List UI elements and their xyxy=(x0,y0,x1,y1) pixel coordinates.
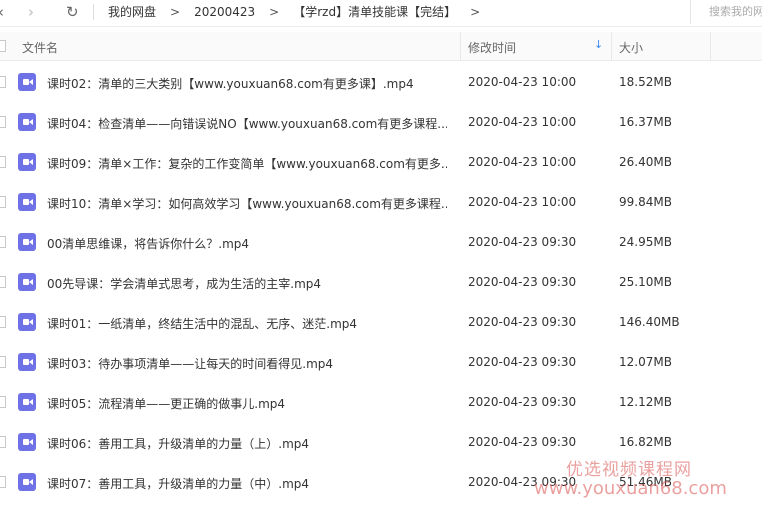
breadcrumb-item[interactable]: 我的网盘 xyxy=(108,4,156,20)
video-file-icon xyxy=(18,233,36,251)
file-modified-time: 2020-04-23 09:30 xyxy=(468,395,577,409)
breadcrumb-item[interactable]: 20200423 xyxy=(194,4,255,20)
video-file-icon xyxy=(18,153,36,171)
file-name[interactable]: 课时04：检查清单——向错误说NO【www.youxuan68.com有更多课程… xyxy=(47,115,447,132)
file-size: 12.12MB xyxy=(619,395,672,409)
video-file-icon xyxy=(18,433,36,451)
file-modified-time: 2020-04-23 09:30 xyxy=(468,435,577,449)
file-row[interactable]: 课时03：待办事项清单——让每天的时间看得见.mp4 2020-04-23 09… xyxy=(0,342,762,382)
breadcrumb-separator: > xyxy=(470,5,481,19)
file-modified-time: 2020-04-23 09:30 xyxy=(468,275,577,289)
file-size: 26.40MB xyxy=(619,155,672,169)
file-name[interactable]: 课时10：清单×学习：如何高效学习【www.youxuan68.com有更多课程… xyxy=(47,195,447,212)
column-divider[interactable] xyxy=(460,32,461,60)
breadcrumb-item[interactable]: 【学rzd】清单技能课【完结】 xyxy=(293,4,456,20)
column-header-time[interactable]: 修改时间 xyxy=(468,39,516,56)
video-file-icon xyxy=(18,193,36,211)
file-size: 12.07MB xyxy=(619,355,672,369)
column-divider[interactable] xyxy=(611,32,612,60)
file-row[interactable]: 课时02：清单的三大类别【www.youxuan68.com有更多课】.mp4 … xyxy=(0,62,762,102)
row-checkbox[interactable] xyxy=(0,356,6,368)
row-checkbox[interactable] xyxy=(0,436,6,448)
file-name[interactable]: 课时01：一纸清单，终结生活中的混乱、无序、迷茫.mp4 xyxy=(47,315,357,332)
video-file-icon xyxy=(18,113,36,131)
column-header-size[interactable]: 大小 xyxy=(619,39,643,56)
breadcrumb-separator: > xyxy=(269,5,280,19)
select-all-checkbox[interactable] xyxy=(0,40,6,52)
row-checkbox[interactable] xyxy=(0,396,6,408)
file-name[interactable]: 课时05：流程清单——更正确的做事儿.mp4 xyxy=(47,395,285,412)
row-checkbox[interactable] xyxy=(0,476,6,488)
sort-down-icon[interactable]: ↓ xyxy=(594,38,603,51)
file-size: 16.82MB xyxy=(619,435,672,449)
video-file-icon xyxy=(18,73,36,91)
file-size: 99.84MB xyxy=(619,195,672,209)
watermark-url: www.youxuan68.com xyxy=(534,478,727,499)
file-size: 24.95MB xyxy=(619,235,672,249)
file-name[interactable]: 课时09：清单×工作：复杂的工作变简单【www.youxuan68.com有更多… xyxy=(47,155,447,172)
video-file-icon xyxy=(18,313,36,331)
video-file-icon xyxy=(18,473,36,491)
file-name[interactable]: 课时07：善用工具，升级清单的力量（中）.mp4 xyxy=(47,475,309,492)
row-checkbox[interactable] xyxy=(0,76,6,88)
file-name[interactable]: 课时02：清单的三大类别【www.youxuan68.com有更多课】.mp4 xyxy=(47,75,414,92)
column-header-name[interactable]: 文件名 xyxy=(22,39,58,56)
file-name[interactable]: 课时06：善用工具，升级清单的力量（上）.mp4 xyxy=(47,435,309,452)
file-size: 25.10MB xyxy=(619,275,672,289)
file-row[interactable]: 课时04：检查清单——向错误说NO【www.youxuan68.com有更多课程… xyxy=(0,102,762,142)
file-list-header: 文件名 修改时间 ↓ 大小 xyxy=(0,32,762,61)
row-checkbox[interactable] xyxy=(0,316,6,328)
row-checkbox[interactable] xyxy=(0,196,6,208)
watermark-title: 优选视频课程网 xyxy=(566,460,692,480)
top-toolbar: ‹ › ↻ 我的网盘 >20200423 > 【学rzd】清单技能课【完结】 > 搜索我… xyxy=(0,0,762,27)
column-divider[interactable] xyxy=(710,32,711,60)
file-modified-time: 2020-04-23 09:30 xyxy=(468,355,577,369)
row-checkbox[interactable] xyxy=(0,156,6,168)
video-file-icon xyxy=(18,273,36,291)
file-row[interactable]: 00清单思维课，将告诉你什么？.mp4 2020-04-23 09:30 24.… xyxy=(0,222,762,262)
file-size: 18.52MB xyxy=(619,75,672,89)
file-modified-time: 2020-04-23 10:00 xyxy=(468,115,577,129)
video-file-icon xyxy=(18,393,36,411)
file-name[interactable]: 00先导课：学会清单式思考，成为生活的主宰.mp4 xyxy=(47,275,321,292)
file-row[interactable]: 课时10：清单×学习：如何高效学习【www.youxuan68.com有更多课程… xyxy=(0,182,762,222)
breadcrumb-separator: > xyxy=(170,5,181,19)
file-modified-time: 2020-04-23 10:00 xyxy=(468,75,577,89)
file-modified-time: 2020-04-23 09:30 xyxy=(468,315,577,329)
file-size: 16.37MB xyxy=(619,115,672,129)
row-checkbox[interactable] xyxy=(0,276,6,288)
toolbar-divider xyxy=(93,4,94,20)
chevron-right-icon[interactable]: › xyxy=(28,3,34,21)
file-modified-time: 2020-04-23 10:00 xyxy=(468,155,577,169)
search-input[interactable]: 搜索我的网 xyxy=(690,0,762,24)
file-modified-time: 2020-04-23 10:00 xyxy=(468,195,577,209)
video-file-icon xyxy=(18,353,36,371)
file-row[interactable]: 课时05：流程清单——更正确的做事儿.mp4 2020-04-23 09:30 … xyxy=(0,382,762,422)
breadcrumb: 我的网盘 >20200423 > 【学rzd】清单技能课【完结】 > xyxy=(108,4,494,20)
file-row[interactable]: 课时09：清单×工作：复杂的工作变简单【www.youxuan68.com有更多… xyxy=(0,142,762,182)
file-name[interactable]: 课时03：待办事项清单——让每天的时间看得见.mp4 xyxy=(47,355,333,372)
file-modified-time: 2020-04-23 09:30 xyxy=(468,235,577,249)
file-row[interactable]: 课时01：一纸清单，终结生活中的混乱、无序、迷茫.mp4 2020-04-23 … xyxy=(0,302,762,342)
row-checkbox[interactable] xyxy=(0,116,6,128)
file-row[interactable]: 00先导课：学会清单式思考，成为生活的主宰.mp4 2020-04-23 09:… xyxy=(0,262,762,302)
row-checkbox[interactable] xyxy=(0,236,6,248)
file-name[interactable]: 00清单思维课，将告诉你什么？.mp4 xyxy=(47,235,249,252)
file-size: 146.40MB xyxy=(619,315,680,329)
refresh-icon[interactable]: ↻ xyxy=(66,3,79,21)
chevron-left-icon[interactable]: ‹ xyxy=(0,3,4,21)
